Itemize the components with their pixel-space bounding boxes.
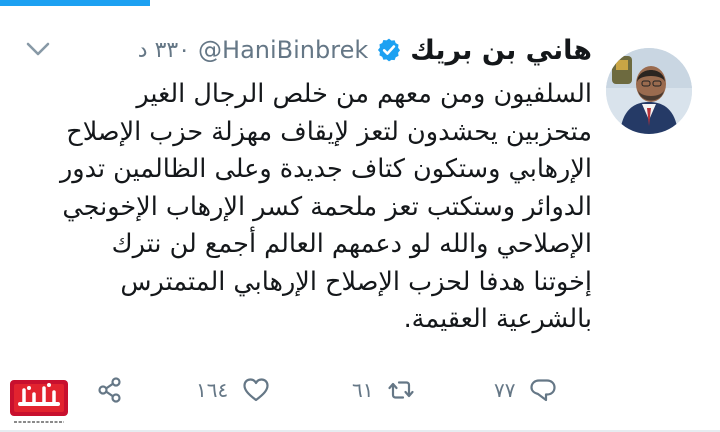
retweet-button[interactable]: ٦١ <box>352 370 415 410</box>
tweet-line: السلفيون ومن معهم من خلص الرجال الغير <box>136 79 592 109</box>
like-button[interactable]: ١٦٤ <box>196 370 270 410</box>
share-button[interactable] <box>96 370 124 410</box>
like-count: ١٦٤ <box>196 378 229 402</box>
tweet-header: ٣٣٠ د @HaniBinbrek هاني بن بريك <box>138 30 592 70</box>
display-name[interactable]: هاني بن بريك <box>410 35 592 66</box>
tweet-text: السلفيون ومن معهم من خلص الرجال الغير مت… <box>32 76 592 339</box>
watermark-logo <box>0 374 78 430</box>
tweet-actions: ١٦٤ ٦١ ٧٧ <box>0 370 720 410</box>
tweet-line: إخوتنا هدفا لحزب الإصلاح الإرهابي المتمت… <box>120 266 592 297</box>
tweet-line: متحزبين يحشدون لتعز لإيقاف مهزلة حزب الإ… <box>66 116 592 147</box>
retweet-icon <box>388 381 415 399</box>
tweet-time[interactable]: ٣٣٠ د <box>138 38 190 63</box>
user-handle[interactable]: @HaniBinbrek <box>198 36 368 64</box>
share-icon <box>98 377 121 403</box>
reply-button[interactable]: ٧٧ <box>494 370 557 410</box>
tweet-line: الإصلاحي والله لو دعمهم العالم أجمع لن ن… <box>111 229 592 259</box>
reply-icon <box>530 379 557 402</box>
verified-badge-icon <box>378 38 401 62</box>
heart-icon <box>243 378 269 402</box>
chevron-down-icon[interactable] <box>24 38 52 60</box>
avatar[interactable] <box>606 48 692 134</box>
tweet-line: الدوائر وستكتب تعز ملحمة كسر الإرهاب الإ… <box>62 191 592 222</box>
tweet-line: بالشرعية العقيمة. <box>403 304 592 334</box>
reply-count: ٧٧ <box>494 378 516 402</box>
retweet-count: ٦١ <box>352 378 374 402</box>
top-accent-bar <box>0 0 150 6</box>
tweet-line: الإرهابي وستكون كتاف جديدة وعلى الظالمين… <box>59 154 592 184</box>
